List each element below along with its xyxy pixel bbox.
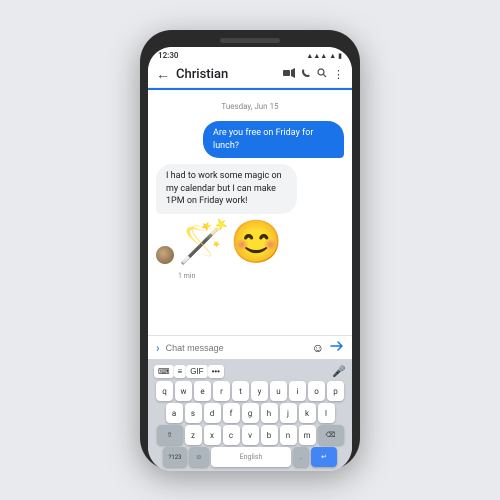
key-n[interactable]: n: [280, 425, 297, 445]
sticker-row: 🪄😊: [156, 222, 344, 264]
period-key[interactable]: .: [293, 447, 309, 467]
emoji-key[interactable]: ☺: [189, 447, 209, 467]
key-x[interactable]: x: [204, 425, 221, 445]
key-r[interactable]: r: [213, 381, 230, 401]
app-header: ← Christian: [148, 62, 352, 88]
key-j[interactable]: j: [280, 403, 297, 423]
battery-icon: ▮: [338, 52, 342, 60]
key-h[interactable]: h: [261, 403, 278, 423]
stickers-btn[interactable]: ≡: [174, 365, 187, 378]
key-g[interactable]: g: [242, 403, 259, 423]
key-k[interactable]: k: [299, 403, 316, 423]
received-message-row: I had to work some magic on my calendar …: [156, 164, 344, 214]
key-p[interactable]: p: [327, 381, 344, 401]
key-o[interactable]: o: [308, 381, 325, 401]
search-icon[interactable]: [317, 68, 327, 81]
status-bar: 12:30 ▲▲▲ ▲ ▮: [148, 47, 352, 62]
key-a[interactable]: a: [166, 403, 183, 423]
sent-message-row: Are you free on Friday for lunch?: [156, 121, 344, 158]
keyboard-row-1: q w e r t y u i o p: [150, 381, 350, 401]
key-l[interactable]: l: [318, 403, 335, 423]
received-bubble: I had to work some magic on my calendar …: [156, 164, 297, 214]
key-f[interactable]: f: [223, 403, 240, 423]
input-area: › ☺: [148, 335, 352, 359]
key-t[interactable]: t: [232, 381, 249, 401]
key-m[interactable]: m: [299, 425, 316, 445]
message-timestamp: 1 min: [178, 272, 344, 280]
emoji-button[interactable]: ☺: [312, 341, 324, 355]
phone-call-icon[interactable]: [301, 68, 311, 81]
key-d[interactable]: d: [204, 403, 221, 423]
key-i[interactable]: i: [289, 381, 306, 401]
key-u[interactable]: u: [270, 381, 287, 401]
chat-area: Tuesday, Jun 15 Are you free on Friday f…: [148, 90, 352, 335]
keyboard-toolbar: ⌨ ≡ GIF ••• 🎤: [150, 363, 350, 381]
key-q[interactable]: q: [156, 381, 173, 401]
space-key[interactable]: English: [211, 447, 291, 467]
expand-icon[interactable]: ›: [156, 341, 160, 355]
sent-bubble: Are you free on Friday for lunch?: [203, 121, 344, 158]
sticker-container: 🪄😊: [178, 222, 283, 264]
key-e[interactable]: e: [194, 381, 211, 401]
keyboard-row-4: ?123 ☺ English . ↵: [150, 447, 350, 467]
keyboard-switch-btn[interactable]: ⌨: [154, 365, 174, 378]
more-options-icon[interactable]: ⋮: [333, 68, 344, 81]
sticker-emoji: 🪄😊: [178, 218, 283, 267]
key-w[interactable]: w: [175, 381, 192, 401]
backspace-key[interactable]: ⌫: [318, 425, 344, 445]
phone-notch: [220, 38, 280, 43]
status-icons: ▲▲▲ ▲ ▮: [306, 52, 342, 60]
phone-screen: 12:30 ▲▲▲ ▲ ▮ ← Christian: [148, 47, 352, 471]
key-v[interactable]: v: [242, 425, 259, 445]
date-divider: Tuesday, Jun 15: [156, 102, 344, 111]
key-c[interactable]: c: [223, 425, 240, 445]
message-input[interactable]: [166, 343, 306, 353]
key-z[interactable]: z: [185, 425, 202, 445]
contact-avatar: [156, 246, 174, 264]
chat-title: Christian: [176, 67, 277, 82]
gif-btn[interactable]: GIF: [186, 365, 207, 378]
header-icons: ⋮: [283, 68, 344, 81]
key-y[interactable]: y: [251, 381, 268, 401]
send-button[interactable]: [330, 340, 344, 355]
numbers-key[interactable]: ?123: [163, 447, 187, 467]
return-key[interactable]: ↵: [311, 447, 337, 467]
wifi-icon: ▲: [329, 52, 336, 60]
video-call-icon[interactable]: [283, 68, 295, 81]
signal-icon: ▲▲▲: [306, 52, 327, 60]
more-kb-btn[interactable]: •••: [208, 365, 224, 378]
shift-key[interactable]: ⇧: [157, 425, 183, 445]
key-s[interactable]: s: [185, 403, 202, 423]
key-b[interactable]: b: [261, 425, 278, 445]
keyboard-row-3: ⇧ z x c v b n m ⌫: [150, 425, 350, 445]
keyboard: ⌨ ≡ GIF ••• 🎤 q w e r t y u i o p: [148, 359, 352, 471]
keyboard-row-2: a s d f g h j k l: [150, 403, 350, 423]
microphone-icon[interactable]: 🎤: [332, 365, 346, 378]
phone-frame: 12:30 ▲▲▲ ▲ ▮ ← Christian: [140, 30, 360, 470]
status-time: 12:30: [158, 51, 178, 60]
back-button[interactable]: ←: [156, 66, 170, 83]
